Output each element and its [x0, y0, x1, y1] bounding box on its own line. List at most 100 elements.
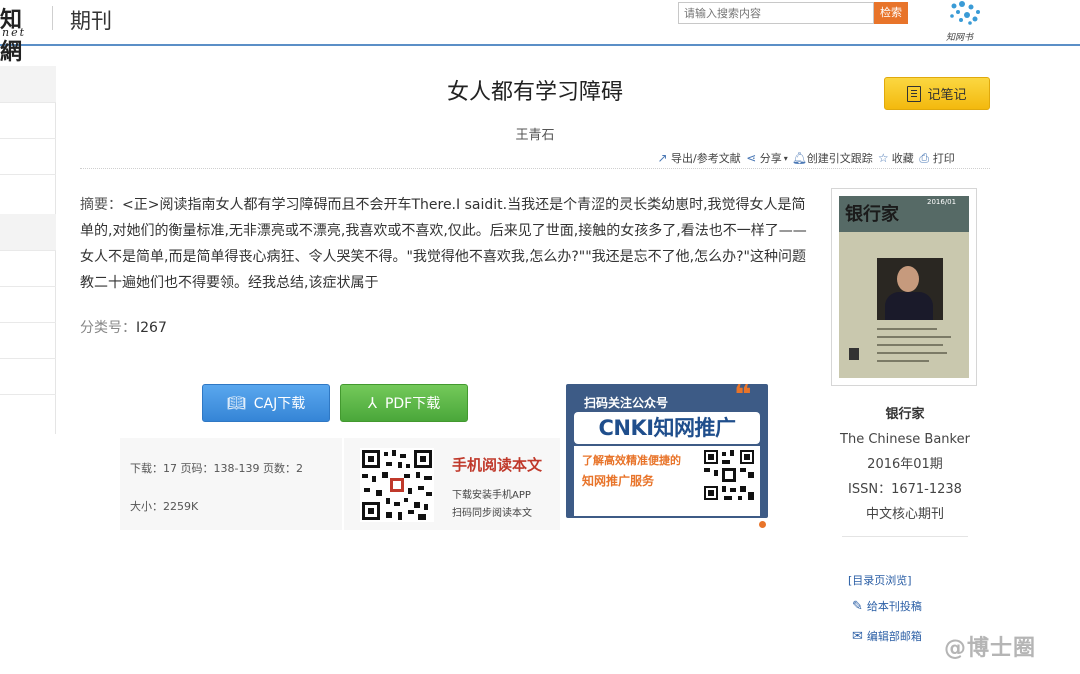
- submit-manuscript-label: 给本刊投稿: [866, 600, 922, 613]
- cover-barcode: [849, 348, 859, 360]
- share-label: 分享: [759, 152, 782, 165]
- citation-tracking-label: 创建引文跟踪: [806, 152, 873, 165]
- cover-line: [877, 328, 937, 330]
- mobile-read-title[interactable]: 手机阅读本文: [452, 454, 542, 475]
- cover-text-lines: [877, 328, 955, 368]
- printer-icon: ⎙: [919, 150, 930, 165]
- cover-masthead: 银行家: [845, 204, 899, 225]
- article-title: 女人都有学习障碍: [446, 80, 623, 105]
- star-icon: ☆: [877, 150, 889, 165]
- submit-icon: ✎: [852, 598, 863, 614]
- print-link[interactable]: ⎙ 打印: [918, 150, 955, 166]
- journal-english-name: The Chinese Banker: [840, 432, 970, 447]
- article-author[interactable]: 王青石: [480, 124, 590, 143]
- cnki-promo-banner[interactable]: 扫码关注公众号 ❝ CNKI知网推广 了解高效精准便捷的 知网推广服务: [566, 384, 768, 518]
- export-link[interactable]: ↗ 导出/参考文献: [656, 150, 741, 166]
- qr-pattern: [362, 450, 432, 520]
- book-icon: 📖︎: [226, 394, 246, 412]
- favorite-link[interactable]: ☆ 收藏: [877, 150, 914, 166]
- submit-manuscript-link[interactable]: ✎ 给本刊投稿: [852, 598, 922, 614]
- classification-number: 分类号：I267: [80, 317, 167, 337]
- mobile-qr-code: [360, 448, 434, 522]
- caj-download-button[interactable]: 📖︎ CAJ下载: [202, 384, 330, 422]
- title-divider: [80, 168, 990, 169]
- cover-portrait-suit: [885, 292, 933, 320]
- abstract: 摘要：<正>阅读指南女人都有学习障碍而且不会开车There.I saidit.当…: [80, 192, 810, 296]
- journal-category: 中文核心期刊: [865, 507, 944, 522]
- take-notes-button[interactable]: 记笔记: [884, 77, 990, 110]
- journal-issn: ISSN：1671-1238: [848, 482, 962, 497]
- promo-qr-code: [702, 448, 756, 502]
- clc-label: 分类号：: [80, 320, 136, 336]
- print-label: 打印: [932, 152, 955, 165]
- take-notes-label: 记笔记: [927, 88, 967, 103]
- cnki-logo[interactable]: 知網 net: [0, 2, 40, 65]
- carousel-dot[interactable]: [759, 521, 766, 528]
- mobile-read-sub1: 下载安装手机APP: [452, 490, 531, 501]
- caj-download-label: CAJ下载: [253, 396, 306, 412]
- download-stats: 下载：17 页码：138-139 页数：2 大小：2259K: [120, 438, 342, 530]
- chevron-down-icon: ▾: [783, 153, 788, 163]
- pdf-icon: ⅄: [367, 394, 377, 412]
- cover-issue-text: 2016/01: [927, 198, 957, 206]
- citation-tracking-link[interactable]: 🔔︎ 创建引文跟踪: [792, 150, 873, 166]
- abstract-label: 摘要：: [80, 197, 122, 213]
- sidebar-divider: [0, 138, 56, 139]
- sidebar-divider: [0, 286, 56, 287]
- left-sidebar: [0, 66, 56, 434]
- abstract-text: <正>阅读指南女人都有学习障碍而且不会开车There.I saidit.当我还是…: [80, 197, 807, 291]
- favorite-label: 收藏: [891, 152, 914, 165]
- sidebar-divider: [0, 358, 56, 359]
- cover-portrait-face: [897, 266, 919, 292]
- export-label: 导出/参考文献: [671, 152, 741, 165]
- sidebar-divider: [0, 250, 56, 251]
- promo-main-text: CNKI知网推广: [574, 412, 760, 444]
- brand-label: 知网书: [946, 33, 974, 43]
- stats-downloads-pages: 下载：17 页码：138-139 页数：2: [130, 462, 303, 475]
- top-header: 知網 net 期刊 检索 知网书: [0, 0, 1080, 65]
- notebook-icon: [907, 85, 922, 102]
- cover-portrait: [877, 258, 943, 320]
- article-toolbar: ↗ 导出/参考文献 ⋖ 分享 ▾ 🔔︎ 创建引文跟踪 ☆ 收藏 ⎙ 打印: [656, 150, 955, 166]
- logo-sub-text: net: [2, 26, 27, 39]
- bell-icon: 🔔︎: [791, 150, 807, 165]
- stats-size: 大小：2259K: [130, 500, 199, 513]
- promo-line1: 了解高效精准便捷的: [582, 454, 681, 467]
- journal-issue[interactable]: 2016年01期: [832, 452, 978, 477]
- cover-line: [877, 360, 929, 362]
- promo-top-text: 扫码关注公众号: [584, 396, 669, 410]
- journal-name[interactable]: 银行家: [832, 402, 978, 427]
- sidebar-divider: [0, 394, 56, 395]
- sidebar-item[interactable]: [0, 214, 56, 250]
- share-link[interactable]: ⋖ 分享 ▾: [745, 150, 788, 166]
- editorial-email-link[interactable]: ✉ 编辑部邮箱: [852, 628, 922, 644]
- weibo-watermark: @博士圈: [944, 636, 1037, 661]
- mail-icon: ✉: [852, 628, 863, 644]
- quote-mark-icon: ❝: [734, 384, 752, 413]
- mobile-read-sub2: 扫码同步阅读本文: [452, 508, 532, 519]
- toc-browse-link[interactable]: [目录页浏览]: [848, 572, 912, 588]
- cover-line: [877, 344, 943, 346]
- journal-cover-image[interactable]: 银行家 2016/01: [839, 196, 969, 378]
- pdf-download-button[interactable]: ⅄ PDF下载: [340, 384, 468, 422]
- header-divider: [52, 6, 53, 30]
- cover-line: [877, 352, 947, 354]
- search-input[interactable]: [678, 2, 874, 24]
- share-icon: ⋖: [746, 150, 757, 165]
- promo-line2: 知网推广服务: [582, 474, 655, 488]
- section-title: 期刊: [70, 9, 112, 33]
- cover-line: [877, 336, 951, 338]
- editorial-email-label: 编辑部邮箱: [866, 630, 922, 643]
- journal-info: 银行家 The Chinese Banker 2016年01期 ISSN：167…: [832, 402, 978, 527]
- mobile-read-panel: 手机阅读本文 下载安装手机APP 扫码同步阅读本文: [344, 438, 560, 530]
- search-button[interactable]: 检索: [874, 2, 908, 24]
- export-icon: ↗: [657, 150, 668, 165]
- journal-side-divider: [842, 536, 968, 537]
- pdf-download-label: PDF下载: [384, 396, 441, 412]
- sidebar-divider: [0, 322, 56, 323]
- sidebar-item[interactable]: [0, 66, 56, 102]
- sidebar-divider: [0, 174, 56, 175]
- sidebar-divider: [0, 102, 56, 103]
- clc-value: I267: [136, 320, 167, 336]
- promo-panel: 了解高效精准便捷的 知网推广服务: [574, 446, 760, 516]
